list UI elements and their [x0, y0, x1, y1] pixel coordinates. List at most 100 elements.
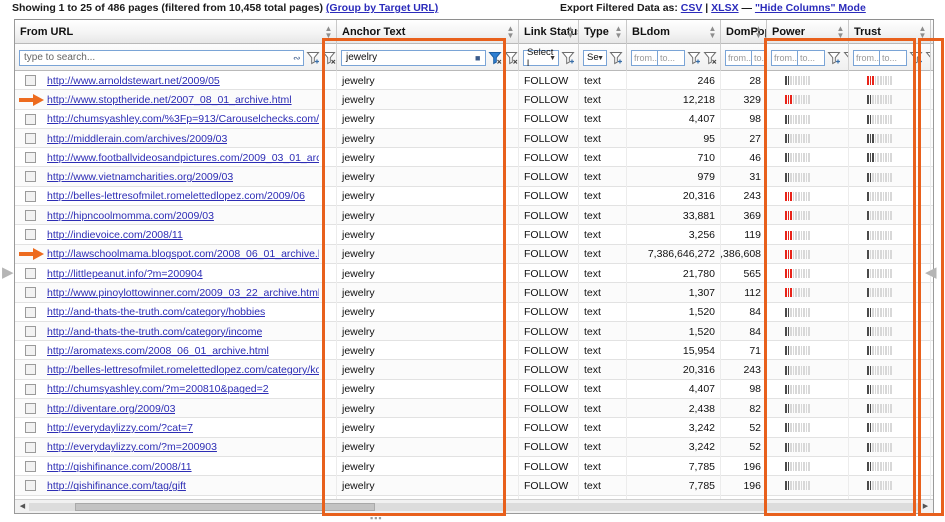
row-select-checkbox[interactable] — [25, 441, 36, 453]
row-select-checkbox[interactable] — [25, 403, 36, 415]
from-url-link[interactable]: http://and-thats-the-truth.com/category/… — [47, 306, 265, 318]
from-url-link[interactable]: http://everydaylizzy.com/?m=200903 — [47, 441, 217, 453]
chevron-down-icon[interactable]: ▼ — [549, 55, 556, 62]
from-url-link[interactable]: http://aromatexs.com/2008_06_01_archive.… — [47, 345, 269, 357]
from-url-link[interactable]: http://www.pinoylottowinner.com/2009_03_… — [47, 287, 319, 299]
table-row[interactable]: http://qishifinance.com/2008/11 jewelry FO… — [15, 456, 933, 477]
from-url-link[interactable]: http://www.vietnamcharities.org/2009/03 — [47, 171, 233, 183]
filter-clear-icon[interactable]: ∾ — [293, 53, 301, 62]
sort-toggle-icon[interactable]: ▲ ▼ — [754, 25, 763, 40]
filter-add-funnel-icon[interactable] — [827, 50, 841, 65]
row-select-checkbox[interactable] — [25, 480, 36, 492]
table-row[interactable]: http://qishifinance.com/tag/gift jewelry F… — [15, 476, 933, 496]
table-row[interactable]: http://everydaylizzy.com/?cat=7 jewelry FO… — [15, 418, 933, 438]
filter-range-from-input[interactable]: from... — [853, 49, 882, 66]
table-row[interactable]: http://chumsyashley.com/%3Fp=913/Carouse… — [15, 109, 933, 129]
table-row[interactable]: http://www.arnoldstewart.net/2009/05 jewe… — [15, 71, 933, 91]
table-row[interactable]: http://belles-lettresofmilet.romelettedl… — [15, 186, 933, 207]
table-row[interactable]: http://belles-lettresofmilet.romelettedl… — [15, 360, 933, 380]
row-select-checkbox[interactable] — [25, 325, 36, 337]
column-header-link_status[interactable]: Link Status ▲ ▼ — [519, 20, 579, 44]
scroll-right-arrow-icon[interactable]: ▶ — [920, 502, 931, 512]
filter-clear-funnel-icon[interactable] — [322, 50, 336, 65]
export-csv-link[interactable]: CSV — [681, 2, 703, 14]
table-row[interactable]: http://hipncoolmomma.com/2009/03 jewelry F… — [15, 206, 933, 226]
filter-add-funnel-icon[interactable] — [609, 50, 623, 65]
sort-toggle-icon[interactable]: ▲ ▼ — [918, 25, 927, 40]
collapse-right-panel-arrow-icon[interactable]: ◀ — [925, 262, 937, 284]
from-url-link[interactable]: http://middlerain.com/archives/2009/03 — [47, 133, 227, 145]
group-by-target-url-link[interactable]: (Group by Target URL) — [326, 2, 438, 14]
filter-add-funnel-icon[interactable] — [488, 50, 502, 65]
row-select-checkbox[interactable] — [25, 132, 36, 144]
filter-input-from_url[interactable]: type to search... ∾ — [19, 49, 304, 66]
row-select-checkbox[interactable] — [25, 229, 36, 241]
from-url-link[interactable]: http://and-thats-the-truth.com/category/… — [47, 326, 262, 338]
horizontal-scrollbar[interactable]: ◀ ▶ — [15, 499, 933, 513]
table-row[interactable]: http://aromatexs.com/2008_06_01_archive.… — [15, 341, 933, 361]
row-select-checkbox[interactable] — [25, 460, 36, 472]
row-select-checkbox[interactable] — [25, 113, 36, 125]
row-select-checkbox[interactable] — [25, 287, 36, 299]
column-header-power[interactable]: Power ▲ ▼ — [767, 20, 849, 44]
filter-range-to-input[interactable]: to... — [752, 49, 766, 66]
table-row[interactable]: http://chumsyashley.com/?m=200810&paged=… — [15, 379, 933, 400]
filter-add-funnel-icon[interactable] — [306, 50, 320, 65]
filter-range-from-input[interactable]: from... — [771, 49, 800, 66]
hide-columns-mode-link[interactable]: "Hide Columns" Mode — [755, 2, 866, 14]
table-row[interactable]: http://www.pinoylottowinner.com/2009_03_… — [15, 283, 933, 303]
column-header-bldom[interactable]: BLdom ▲ ▼ — [627, 20, 721, 44]
table-row[interactable]: http://www.footballvideosandpictures.com… — [15, 148, 933, 168]
row-select-checkbox[interactable] — [25, 306, 36, 318]
row-select-checkbox[interactable] — [25, 190, 36, 202]
filter-select-link_status[interactable]: Select l ▼ — [523, 47, 559, 69]
column-header-dompop[interactable]: DomPop ▲ ▼ — [721, 20, 767, 44]
from-url-link[interactable]: http://qishifinance.com/2008/11 — [47, 461, 192, 473]
from-url-link[interactable]: http://qishifinance.com/tag/gift — [47, 480, 186, 492]
filter-range-to-input[interactable]: to... — [658, 49, 685, 66]
column-header-trust[interactable]: Trust ▲ ▼ — [849, 20, 931, 44]
row-select-checkbox[interactable] — [25, 364, 36, 376]
column-header-from_url[interactable]: From URL ▲ ▼ — [15, 20, 337, 44]
column-header-anchor_text[interactable]: Anchor Text ▲ ▼ — [337, 20, 519, 44]
from-url-link[interactable]: http://lawschoolmama.blogspot.com/2008_0… — [47, 248, 319, 260]
table-row[interactable]: http://littlepeanut.info/?m=200904 jewelr… — [15, 263, 933, 284]
row-select-checkbox[interactable] — [25, 75, 36, 86]
sort-toggle-icon[interactable]: ▲ ▼ — [566, 25, 575, 40]
sort-toggle-icon[interactable]: ▲ ▼ — [836, 25, 845, 40]
row-select-checkbox[interactable] — [25, 171, 36, 183]
filter-clear-icon[interactable]: ■ — [475, 53, 482, 62]
from-url-link[interactable]: http://chumsyashley.com/%3Fp=913/Carouse… — [47, 113, 319, 125]
filter-clear-funnel-icon[interactable] — [703, 50, 717, 65]
table-row[interactable]: http://lawschoolmama.blogspot.com/2008_0… — [15, 244, 933, 264]
scroll-left-arrow-icon[interactable]: ◀ — [17, 502, 28, 512]
filter-range-to-input[interactable]: to... — [798, 49, 825, 66]
table-row[interactable]: http://everydaylizzy.com/?m=200903 jewelr… — [15, 437, 933, 457]
from-url-link[interactable]: http://belles-lettresofmilet.romelettedl… — [47, 190, 305, 202]
chevron-down-icon[interactable]: ▼ — [597, 55, 604, 62]
table-row[interactable]: http://middlerain.com/archives/2009/03 je… — [15, 128, 933, 149]
filter-add-funnel-icon[interactable] — [687, 50, 701, 65]
table-row[interactable]: http://and-thats-the-truth.com/category/… — [15, 302, 933, 322]
table-row[interactable]: http://diventare.org/2009/03 jewelry FOLLO… — [15, 399, 933, 419]
from-url-link[interactable]: http://www.footballvideosandpictures.com… — [47, 152, 319, 164]
expand-left-panel-arrow-icon[interactable]: ▶ — [2, 262, 14, 284]
filter-add-funnel-icon[interactable] — [561, 50, 575, 65]
column-header-type[interactable]: Type ▲ ▼ — [579, 20, 627, 44]
row-select-checkbox[interactable] — [25, 345, 36, 357]
row-select-checkbox[interactable] — [25, 267, 36, 279]
table-row[interactable]: http://www.vietnamcharities.org/2009/03 j… — [15, 167, 933, 187]
scrollbar-thumb[interactable] — [75, 503, 375, 511]
row-select-checkbox[interactable] — [25, 383, 36, 395]
filter-add-funnel-icon[interactable] — [909, 50, 923, 65]
sort-toggle-icon[interactable]: ▲ ▼ — [324, 25, 333, 40]
bottom-resize-grip[interactable]: ▪▪▪ — [0, 513, 945, 522]
row-select-checkbox[interactable] — [25, 210, 36, 222]
filter-input-anchor_text[interactable]: jewelry ■ — [341, 49, 486, 66]
from-url-link[interactable]: http://www.stoptheride.net/2007_08_01_ar… — [47, 94, 292, 106]
from-url-link[interactable]: http://belles-lettresofmilet.romelettedl… — [47, 364, 319, 376]
filter-range-from-input[interactable]: from... — [725, 49, 754, 66]
from-url-link[interactable]: http://diventare.org/2009/03 — [47, 403, 175, 415]
sort-toggle-icon[interactable]: ▲ ▼ — [708, 25, 717, 40]
filter-range-to-input[interactable]: to... — [880, 49, 907, 66]
